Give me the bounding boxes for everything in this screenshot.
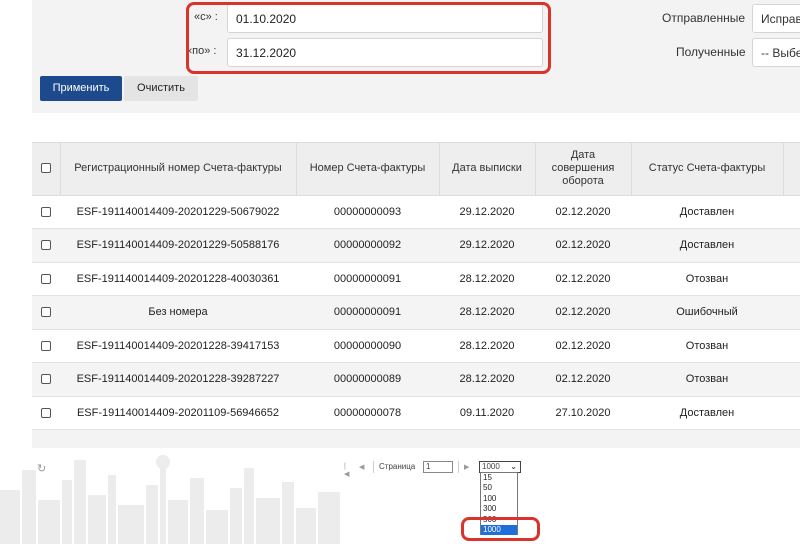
cell-reg-number: ESF-191140014409-20201109-56946652 — [60, 396, 296, 430]
page-size-option[interactable]: 15 — [481, 473, 517, 483]
cell-reg-number: ESF-191140014409-20201229-50588176 — [60, 228, 296, 263]
clear-button[interactable]: Очистить — [124, 76, 198, 101]
cell-status: Доставлен — [631, 228, 783, 263]
row-checkbox[interactable] — [41, 240, 51, 251]
cell-status: Доставлен — [631, 396, 783, 430]
page-label: Страница — [379, 462, 416, 471]
col-reg-number[interactable]: Регистрационный номер Счета-фактуры — [60, 143, 297, 196]
cell-turnover-date: 02.12.2020 — [535, 329, 631, 363]
row-checkbox[interactable] — [41, 273, 51, 284]
table-row[interactable]: ESF-191140014409-20201228-39417153 00000… — [32, 329, 800, 363]
cell-turnover-date: 27.10.2020 — [535, 396, 631, 430]
pager-divider — [458, 461, 459, 473]
cell-invoice-number: 00000000093 — [296, 195, 439, 229]
page-number-input[interactable]: 1 — [423, 461, 453, 473]
table-row[interactable]: ESF-191140014409-20201229-50588176 00000… — [32, 228, 800, 263]
cell-status: Доставлен — [631, 195, 783, 229]
chevron-down-icon: ⌄ — [510, 462, 517, 471]
cell-turnover-date: 02.12.2020 — [535, 262, 631, 296]
cell-reg-number: Без номера — [60, 295, 296, 330]
date-range-highlight — [186, 2, 551, 74]
cell-reg-number: ESF-191140014409-20201228-40030361 — [60, 262, 296, 296]
cell-turnover-date: 02.12.2020 — [535, 295, 631, 330]
cell-invoice-number: 00000000092 — [296, 228, 439, 263]
cell-turnover-date: 02.12.2020 — [535, 362, 631, 397]
cell-invoice-number: 00000000091 — [296, 295, 439, 330]
city-skyline-illustration — [0, 455, 340, 544]
select-all-checkbox[interactable] — [40, 163, 51, 174]
sent-label: Отправленные — [662, 11, 746, 25]
row-checkbox[interactable] — [41, 407, 51, 418]
page-size-value: 1000 — [482, 462, 500, 471]
cell-invoice-number: 00000000090 — [296, 329, 439, 363]
apply-button[interactable]: Применить — [40, 76, 122, 101]
col-issue-date[interactable]: Дата выписки — [439, 143, 536, 196]
select-all-cell[interactable] — [32, 143, 61, 196]
cell-turnover-date: 02.12.2020 — [535, 228, 631, 263]
col-invoice-number[interactable]: Номер Счета-фактуры — [296, 143, 440, 196]
page-size-option[interactable]: 50 — [481, 483, 517, 493]
cell-status: Ошибочный — [631, 295, 783, 330]
cell-invoice-number: 00000000091 — [296, 262, 439, 296]
row-checkbox[interactable] — [41, 340, 51, 351]
cell-turnover-date: 02.12.2020 — [535, 195, 631, 229]
cell-invoice-number: 00000000089 — [296, 362, 439, 397]
prev-page-icon[interactable]: ◀ — [359, 463, 364, 471]
refresh-icon[interactable]: ↻ — [37, 462, 46, 475]
invoice-grid: Регистрационный номер Счета-фактуры Номе… — [32, 142, 800, 448]
cell-issue-date: 28.12.2020 — [439, 329, 535, 363]
page-size-option[interactable]: 300 — [481, 504, 517, 514]
received-label: Полученные — [676, 45, 746, 59]
cell-reg-number: ESF-191140014409-20201228-39417153 — [60, 329, 296, 363]
sent-select[interactable]: Исправ — [752, 4, 800, 33]
table-row[interactable]: ESF-191140014409-20201229-50679022 00000… — [32, 195, 800, 229]
pager-divider — [373, 461, 374, 473]
cell-invoice-number: 00000000078 — [296, 396, 439, 430]
row-checkbox[interactable] — [41, 307, 51, 318]
cell-issue-date: 28.12.2020 — [439, 362, 535, 397]
table-row[interactable]: ESF-191140014409-20201228-39287227 00000… — [32, 362, 800, 397]
first-page-icon[interactable]: |◀ — [344, 463, 349, 478]
row-checkbox[interactable] — [41, 206, 51, 217]
cell-issue-date: 28.12.2020 — [439, 262, 535, 296]
received-select[interactable]: -- Выбер — [752, 38, 800, 67]
table-header: Регистрационный номер Счета-фактуры Номе… — [32, 143, 800, 196]
table-row[interactable]: ESF-191140014409-20201228-40030361 00000… — [32, 262, 800, 296]
cell-status: Отозван — [631, 262, 783, 296]
cell-issue-date: 28.12.2020 — [439, 295, 535, 330]
page-size-option[interactable]: 100 — [481, 494, 517, 504]
cell-issue-date: 09.11.2020 — [439, 396, 535, 430]
table-row[interactable]: ESF-191140014409-20201109-56946652 00000… — [32, 396, 800, 430]
cell-issue-date: 29.12.2020 — [439, 228, 535, 263]
col-turnover-date[interactable]: Дата совершения оборота — [535, 143, 632, 196]
row-checkbox[interactable] — [41, 374, 51, 385]
cell-issue-date: 29.12.2020 — [439, 195, 535, 229]
page-size-highlight — [461, 517, 540, 541]
cell-reg-number: ESF-191140014409-20201228-39287227 — [60, 362, 296, 397]
cell-status: Отозван — [631, 362, 783, 397]
col-status[interactable]: Статус Счета-фактуры — [631, 143, 784, 196]
cell-reg-number: ESF-191140014409-20201229-50679022 — [60, 195, 296, 229]
table-row[interactable]: Без номера 00000000091 28.12.2020 02.12.… — [32, 295, 800, 330]
col-extra — [783, 143, 800, 196]
next-page-icon[interactable]: ▶ — [464, 463, 469, 471]
invoice-table: Регистрационный номер Счета-фактуры Номе… — [32, 143, 800, 430]
cell-status: Отозван — [631, 329, 783, 363]
